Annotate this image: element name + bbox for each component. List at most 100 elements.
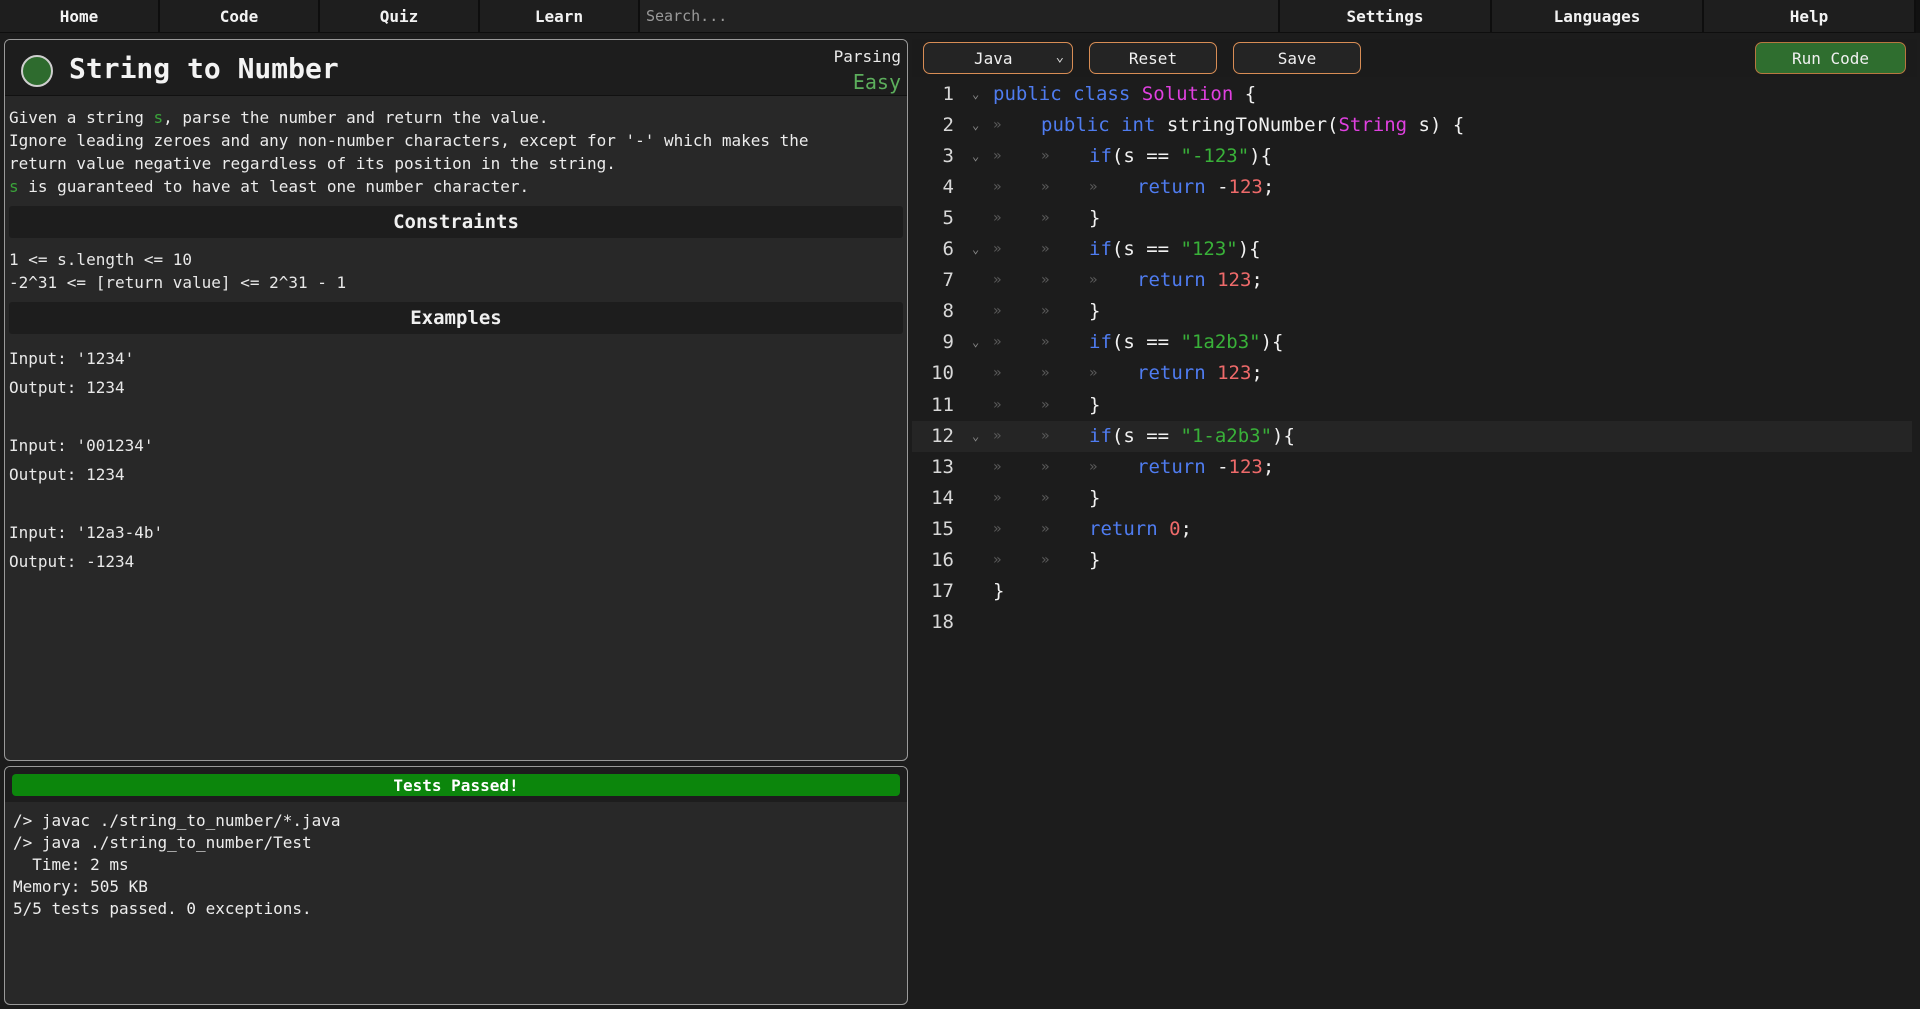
code-line[interactable]: 3 ⌄ » » if(s == "-123"){ — [912, 141, 1912, 172]
code-text: return 123; — [1137, 269, 1263, 292]
console-line: Time: 2 ms — [13, 855, 129, 874]
code-line[interactable]: 17} — [912, 576, 1912, 607]
indent-guide-icon: » — [1041, 148, 1050, 165]
nav-quiz-button[interactable]: Quiz — [320, 0, 480, 33]
fold-chevron-icon[interactable]: ⌄ — [972, 327, 979, 358]
problem-title: String to Number — [69, 52, 339, 85]
example-input: Input: '001234' — [9, 436, 154, 455]
example-output: Output: 1234 — [9, 378, 125, 397]
indent-guide-icon: » — [993, 148, 1002, 165]
line-number: 10 — [931, 362, 954, 385]
code-text: return -123; — [1137, 455, 1275, 478]
line-number: 4 — [942, 176, 954, 199]
language-select[interactable]: Java ⌄ — [923, 42, 1073, 74]
code-line[interactable]: 18 — [912, 607, 1912, 638]
code-text: } — [1089, 300, 1101, 323]
constraint-item: 1 <= s.length <= 10 — [9, 250, 193, 269]
code-text: } — [1089, 548, 1101, 571]
example-input: Input: '12a3-4b' — [9, 523, 164, 542]
line-number: 16 — [931, 548, 954, 571]
fold-chevron-icon[interactable]: ⌄ — [972, 421, 979, 452]
indent-guide-icon: » — [993, 117, 1002, 134]
code-line[interactable]: 12 ⌄ » » if(s == "1-a2b3"){ — [912, 420, 1912, 452]
indent-guide-icon: » — [993, 210, 1002, 227]
indent-guide-icon: » — [1041, 551, 1050, 568]
indent-guide-icon: » — [993, 365, 1002, 382]
indent-guide-icon: » — [993, 303, 1002, 320]
problem-header: String to Number Parsing Easy — [5, 40, 907, 96]
fold-chevron-icon[interactable]: ⌄ — [972, 79, 979, 110]
nav-help-button[interactable]: Help — [1704, 0, 1916, 33]
indent-guide-icon: » — [1041, 396, 1050, 413]
indent-guide-icon: » — [1089, 458, 1098, 475]
line-number: 9 — [942, 331, 954, 354]
code-line[interactable]: 6 ⌄ » » if(s == "123"){ — [912, 234, 1912, 265]
status-dot-icon — [21, 55, 53, 87]
code-line[interactable]: 1 ⌄ public class Solution { — [912, 79, 1912, 110]
indent-guide-icon: » — [1041, 241, 1050, 258]
tests-passed-badge: Tests Passed! — [12, 774, 900, 796]
code-line[interactable]: 9 ⌄ » » if(s == "1a2b3"){ — [912, 327, 1912, 358]
console-line: /> java ./string_to_number/Test — [13, 833, 312, 852]
run-code-button[interactable]: Run Code — [1755, 42, 1906, 74]
indent-guide-icon: » — [993, 520, 1002, 537]
problem-panel: String to Number Parsing Easy Given a st… — [4, 39, 908, 761]
code-line[interactable]: 14 » »} — [912, 483, 1912, 514]
code-text: if(s == "-123"){ — [1089, 145, 1273, 168]
code-editor[interactable]: 1 ⌄ public class Solution {2 ⌄ » public int s… — [912, 79, 1920, 1009]
fold-chevron-icon[interactable]: ⌄ — [972, 234, 979, 265]
fold-chevron-icon[interactable]: ⌄ — [972, 110, 979, 141]
indent-guide-icon: » — [993, 427, 1002, 444]
example-output: Output: 1234 — [9, 465, 125, 484]
indent-guide-icon: » — [993, 551, 1002, 568]
code-text: if(s == "123"){ — [1089, 238, 1261, 261]
save-button[interactable]: Save — [1233, 42, 1361, 74]
indent-guide-icon: » — [993, 179, 1002, 196]
desc-text: , parse the number and return the value. — [163, 108, 549, 127]
constraints-list: 1 <= s.length <= 10 -2^31 <= [return valu… — [5, 238, 907, 294]
line-number: 13 — [931, 455, 954, 478]
code-text: if(s == "1a2b3"){ — [1089, 331, 1284, 354]
nav-learn-button[interactable]: Learn — [480, 0, 640, 33]
code-text: return 123; — [1137, 362, 1263, 385]
code-line[interactable]: 5 » »} — [912, 203, 1912, 234]
code-text: public int stringToNumber(String s) { — [1041, 114, 1465, 137]
code-line[interactable]: 15 » » return 0; — [912, 514, 1912, 545]
examples-heading: Examples — [9, 302, 903, 334]
code-line[interactable]: 16 » »} — [912, 545, 1912, 576]
problem-difficulty: Easy — [852, 70, 901, 94]
editor-toolbar: Java ⌄ Reset Save Run Code — [912, 39, 1917, 77]
fold-chevron-icon[interactable]: ⌄ — [972, 141, 979, 172]
code-line[interactable]: 4 » » » return -123; — [912, 172, 1912, 203]
problem-category: Parsing — [833, 47, 901, 66]
line-number: 7 — [942, 269, 954, 292]
code-line[interactable]: 7 » » » return 123; — [912, 265, 1912, 296]
code-line[interactable]: 8 » »} — [912, 296, 1912, 327]
line-number: 14 — [931, 486, 954, 509]
reset-button[interactable]: Reset — [1089, 42, 1217, 74]
code-text: return -123; — [1137, 176, 1275, 199]
code-line[interactable]: 11 » »} — [912, 390, 1912, 421]
line-number: 11 — [931, 393, 954, 416]
indent-guide-icon: » — [1041, 520, 1050, 537]
console-line: /> javac ./string_to_number/*.java — [13, 811, 341, 830]
code-line[interactable]: 2 ⌄ » public int stringToNumber(String s) { — [912, 110, 1912, 141]
nav-settings-button[interactable]: Settings — [1280, 0, 1492, 33]
nav-languages-button[interactable]: Languages — [1492, 0, 1704, 33]
code-line[interactable]: 13 » » » return -123; — [912, 452, 1912, 483]
desc-text: is guaranteed to have at least one numbe… — [18, 177, 530, 196]
indent-guide-icon: » — [993, 489, 1002, 506]
desc-text: return value negative regardless of its … — [9, 154, 616, 173]
nav-home-button[interactable]: Home — [0, 0, 160, 33]
line-number: 12 — [931, 424, 954, 447]
search-input[interactable] — [640, 0, 1280, 33]
indent-guide-icon: » — [993, 272, 1002, 289]
indent-guide-icon: » — [1041, 334, 1050, 351]
desc-var: s — [9, 177, 19, 196]
indent-guide-icon: » — [1041, 365, 1050, 382]
indent-guide-icon: » — [993, 241, 1002, 258]
indent-guide-icon: » — [1041, 458, 1050, 475]
nav-code-button[interactable]: Code — [160, 0, 320, 33]
code-line[interactable]: 10 » » » return 123; — [912, 358, 1912, 389]
line-number: 17 — [931, 579, 954, 602]
